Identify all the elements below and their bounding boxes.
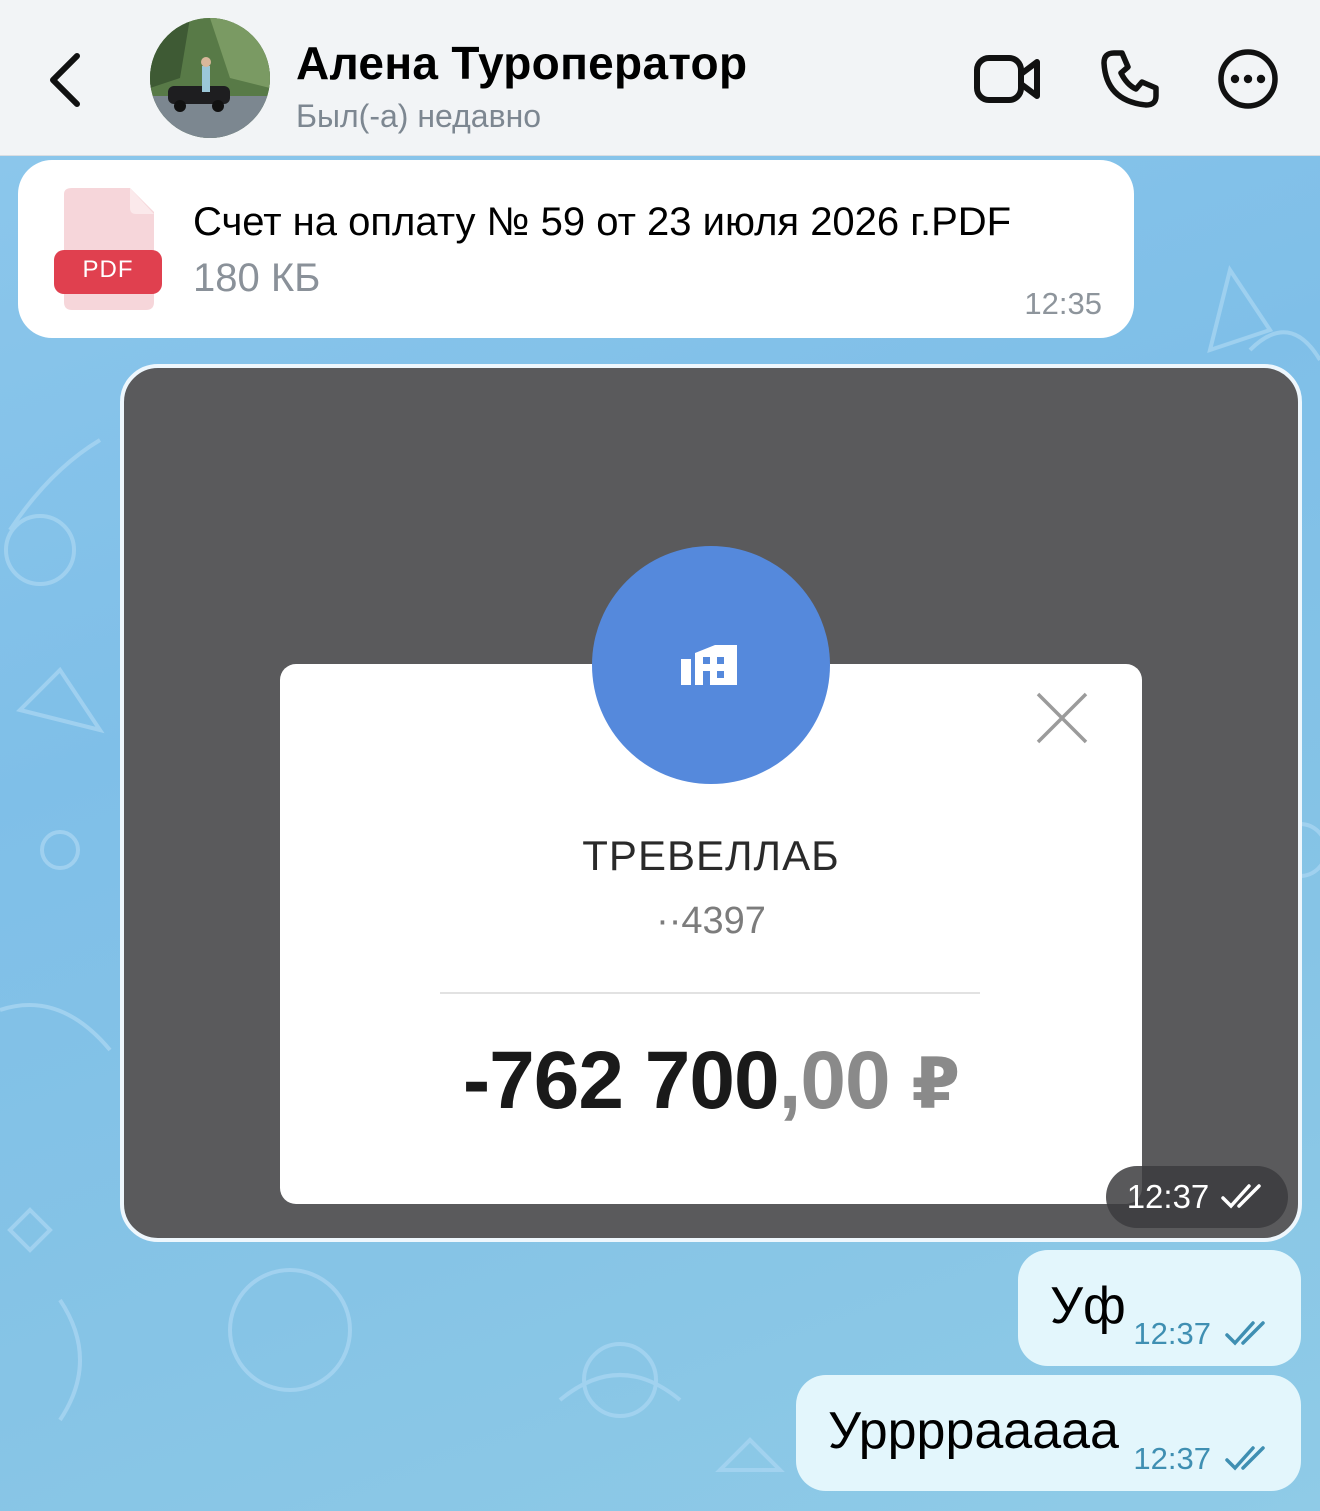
pdf-badge-label: PDF: [82, 256, 134, 283]
more-options-button[interactable]: [1208, 44, 1288, 114]
voice-call-button[interactable]: [1090, 44, 1170, 114]
chevron-left-icon: [50, 53, 80, 107]
amount-kopecks: ,00: [778, 1035, 891, 1126]
message-meta: 12:37: [1133, 1316, 1271, 1352]
image-time-badge: 12:37: [1106, 1166, 1288, 1228]
message-text: Урррраaaaa: [828, 1402, 1119, 1460]
ellipsis-circle-icon: [1218, 49, 1278, 109]
double-check-icon: [1225, 1446, 1265, 1471]
message-time: 12:35: [1024, 286, 1102, 321]
outgoing-message[interactable]: Урррраaaaa 12:37: [796, 1375, 1301, 1491]
image-message[interactable]: ТРЕВЕЛЛАБ ··4397 -762 700,00 ₽ 12:37: [120, 364, 1302, 1242]
message-text: Уф: [1050, 1277, 1126, 1335]
message-meta: 12:37: [1133, 1441, 1271, 1477]
message-time: 12:37: [1133, 1441, 1211, 1476]
account-number: ··4397: [656, 900, 766, 942]
message-time: 12:37: [1126, 1178, 1210, 1215]
avatar-photo: [150, 18, 270, 138]
pdf-file-icon: PDF: [54, 188, 164, 310]
amount-main: -762 700: [462, 1035, 780, 1126]
payment-amount: -762 700,00 ₽: [280, 1034, 1142, 1128]
chat-header: Алена Туроператор Был(-а) недавно: [0, 0, 1320, 156]
building-icon: [681, 645, 737, 685]
contact-status: Был(-а) недавно: [296, 98, 542, 134]
phone-icon: [1101, 50, 1159, 108]
contact-name[interactable]: Алена Туроператор: [296, 36, 747, 90]
file-name: Счет на оплату № 59 от 23 июля 2026 г.PD…: [193, 200, 1012, 244]
merchant-name: ТРЕВЕЛЛАБ: [582, 832, 840, 879]
divider: [440, 992, 980, 994]
outgoing-message[interactable]: Уф 12:37: [1018, 1250, 1301, 1366]
back-button[interactable]: [30, 40, 100, 120]
file-message[interactable]: PDF Счет на оплату № 59 от 23 июля 2026 …: [18, 160, 1134, 338]
merchant-logo: [592, 546, 830, 784]
video-call-button[interactable]: [968, 44, 1048, 114]
close-icon: [1034, 690, 1090, 746]
video-camera-icon: [974, 55, 1040, 103]
double-check-icon: [1225, 1321, 1265, 1346]
message-time: 12:37: [1133, 1316, 1211, 1351]
contact-avatar[interactable]: [150, 18, 270, 138]
double-check-icon: [1221, 1184, 1262, 1209]
file-size: 180 КБ: [193, 256, 321, 300]
currency-symbol: ₽: [911, 1045, 960, 1123]
